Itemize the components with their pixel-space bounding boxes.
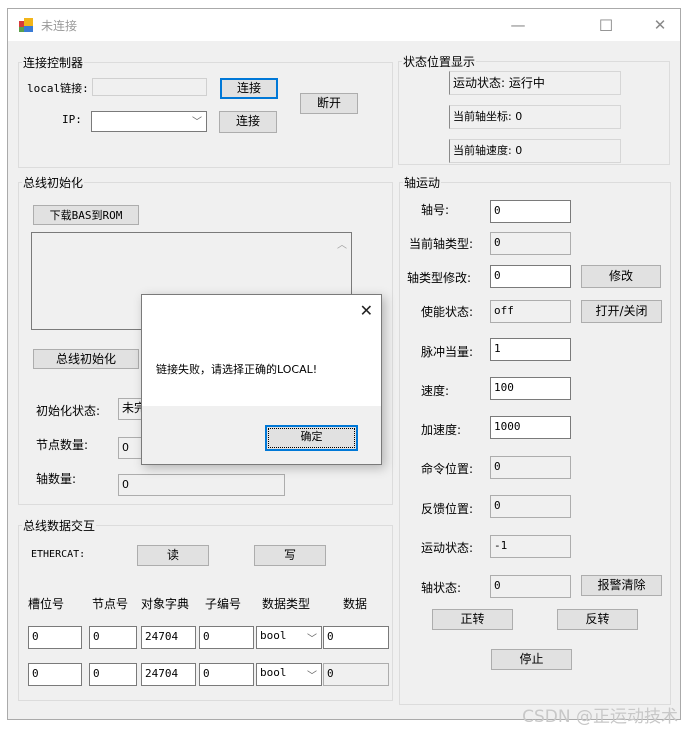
col-header-data: 数据 xyxy=(343,597,368,611)
object-input[interactable]: 24704 xyxy=(141,663,196,686)
dialog-close-icon[interactable]: ✕ xyxy=(360,301,373,320)
reverse-button[interactable]: 反转 xyxy=(557,609,638,630)
axis-no-label: 轴号: xyxy=(421,203,450,217)
sub-input[interactable]: 0 xyxy=(199,626,254,649)
pulse-label: 脉冲当量: xyxy=(421,345,474,359)
current-type-label: 当前轴类型: xyxy=(409,237,474,251)
title-bar: 未连接 — ☐ ✕ xyxy=(8,9,680,41)
local-connect-button[interactable]: 连接 xyxy=(220,78,278,99)
dialog-ok-button[interactable]: 确定 xyxy=(265,425,358,451)
data-display: 0 xyxy=(323,663,389,686)
chevron-down-icon: ﹀ xyxy=(307,671,317,682)
node-input[interactable]: 0 xyxy=(89,663,137,686)
alarm-clear-button[interactable]: 报警清除 xyxy=(581,575,662,596)
dialog-message: 链接失败，请选择正确的LOCAL! xyxy=(156,363,318,376)
ip-connect-button[interactable]: 连接 xyxy=(219,111,277,133)
enable-toggle-button[interactable]: 打开/关闭 xyxy=(581,300,662,323)
axis-speed-display: 当前轴速度: 0 xyxy=(449,139,621,163)
slot-input[interactable]: 0 xyxy=(28,626,82,649)
local-input[interactable] xyxy=(92,78,207,96)
connect-group-title: 连接控制器 xyxy=(22,54,85,71)
type-modify-label: 轴类型修改: xyxy=(407,271,472,285)
error-dialog: ✕ 链接失败，请选择正确的LOCAL! 确定 xyxy=(141,294,382,465)
axis-coord-display: 当前轴坐标: 0 xyxy=(449,105,621,129)
col-header-type: 数据类型 xyxy=(262,597,311,611)
chevron-down-icon: ﹀ xyxy=(192,117,202,128)
app-icon xyxy=(19,18,33,32)
data-input[interactable]: 0 xyxy=(323,626,389,649)
cmd-pos-label: 命令位置: xyxy=(421,462,474,476)
forward-button[interactable]: 正转 xyxy=(432,609,513,630)
speed-input[interactable]: 100 xyxy=(490,377,571,400)
motion-status-label: 运动状态: xyxy=(421,541,474,555)
type-modify-input[interactable]: 0 xyxy=(490,265,571,288)
download-bas-button[interactable]: 下载BAS到ROM xyxy=(33,205,139,225)
bus-init-button[interactable]: 总线初始化 xyxy=(33,349,139,369)
enable-label: 使能状态: xyxy=(421,305,474,319)
speed-label: 速度: xyxy=(421,384,450,398)
window-title: 未连接 xyxy=(41,19,78,33)
axis-status-label: 轴状态: xyxy=(421,581,462,595)
axis-count-label: 轴数量: xyxy=(36,472,77,486)
stop-button[interactable]: 停止 xyxy=(491,649,572,670)
write-button[interactable]: 写 xyxy=(254,545,326,566)
motion-status-display: 运动状态: 运行中 xyxy=(449,71,621,95)
chevron-down-icon: ﹀ xyxy=(307,634,317,645)
maximize-button[interactable]: ☐ xyxy=(584,9,628,41)
ethercat-label: ETHERCAT: xyxy=(31,549,86,560)
cmd-pos-display: 0 xyxy=(490,456,571,479)
bus-data-group-title: 总线数据交互 xyxy=(22,517,97,534)
bus-init-group-title: 总线初始化 xyxy=(22,174,85,191)
scroll-up-icon[interactable]: ︿ xyxy=(337,236,347,251)
disconnect-button[interactable]: 断开 xyxy=(300,93,358,114)
enable-status-display: off xyxy=(490,300,571,323)
type-combobox[interactable]: bool ﹀ xyxy=(256,626,322,649)
node-count-label: 节点数量: xyxy=(36,438,89,452)
minimize-button[interactable]: — xyxy=(496,9,540,41)
current-type-display: 0 xyxy=(490,232,571,255)
pulse-input[interactable]: 1 xyxy=(490,338,571,361)
accel-label: 加速度: xyxy=(421,423,462,437)
fb-pos-display: 0 xyxy=(490,495,571,518)
fb-pos-label: 反馈位置: xyxy=(421,502,474,516)
col-header-object: 对象字典 xyxy=(141,597,190,611)
watermark: CSDN @正运动技术 xyxy=(522,707,678,727)
col-header-sub: 子编号 xyxy=(205,597,242,611)
type-combobox[interactable]: bool ﹀ xyxy=(256,663,322,686)
local-label: local链接: xyxy=(27,82,89,95)
read-button[interactable]: 读 xyxy=(137,545,209,566)
type-value: bool xyxy=(260,629,287,642)
accel-input[interactable]: 1000 xyxy=(490,416,571,439)
init-status-label: 初始化状态: xyxy=(36,404,101,418)
axis-no-input[interactable]: 0 xyxy=(490,200,571,223)
slot-input[interactable]: 0 xyxy=(28,663,82,686)
motion-status-value: -1 xyxy=(490,535,571,558)
ip-label: IP: xyxy=(62,113,82,126)
modify-button[interactable]: 修改 xyxy=(581,265,661,288)
object-input[interactable]: 24704 xyxy=(141,626,196,649)
status-group-title: 状态位置显示 xyxy=(402,53,477,70)
col-header-slot: 槽位号 xyxy=(28,597,65,611)
close-button[interactable]: ✕ xyxy=(638,9,682,41)
ip-combobox[interactable]: ﹀ xyxy=(91,111,207,132)
col-header-node: 节点号 xyxy=(92,597,129,611)
sub-input[interactable]: 0 xyxy=(199,663,254,686)
axis-group-title: 轴运动 xyxy=(403,174,442,191)
axis-count-display: 0 xyxy=(118,474,285,496)
node-input[interactable]: 0 xyxy=(89,626,137,649)
axis-status-value: 0 xyxy=(490,575,571,598)
type-value: bool xyxy=(260,666,287,679)
